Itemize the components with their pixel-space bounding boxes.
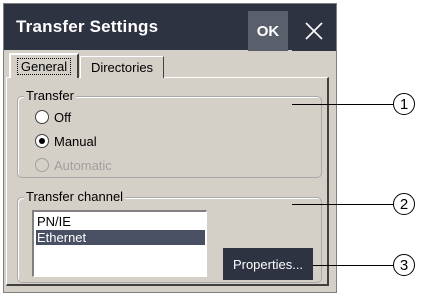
tab-directories[interactable]: Directories [80, 56, 164, 78]
tab-general[interactable]: General [9, 53, 79, 78]
transfer-channel-list[interactable]: PN/IE Ethernet [32, 210, 207, 277]
radio-off-label[interactable]: Off [54, 110, 71, 125]
dialog-title: Transfer Settings [16, 17, 159, 36]
radio-off[interactable] [35, 110, 49, 124]
list-item-ethernet[interactable]: Ethernet [36, 230, 205, 245]
title-bar: Transfer Settings OK [4, 4, 336, 51]
callout-2-line [292, 204, 393, 205]
tab-directories-label: Directories [90, 60, 154, 75]
close-x-icon [305, 22, 323, 40]
ok-button[interactable]: OK [248, 11, 288, 51]
callout-3-line [313, 265, 393, 266]
callout-1-line [292, 104, 393, 105]
close-button[interactable] [292, 11, 336, 51]
radio-automatic-label: Automatic [54, 158, 112, 173]
properties-button[interactable]: Properties... [223, 248, 313, 280]
list-item-pn-ie[interactable]: PN/IE [36, 214, 205, 229]
callout-2: 2 [393, 193, 415, 215]
callout-1: 1 [393, 93, 415, 115]
tab-general-label: General [16, 58, 72, 75]
transfer-channel-group-label: Transfer channel [24, 189, 126, 204]
transfer-group-label: Transfer [24, 88, 76, 103]
callout-3: 3 [393, 254, 415, 276]
radio-manual[interactable] [35, 134, 49, 148]
radio-manual-label[interactable]: Manual [54, 134, 97, 149]
radio-automatic [35, 158, 49, 172]
